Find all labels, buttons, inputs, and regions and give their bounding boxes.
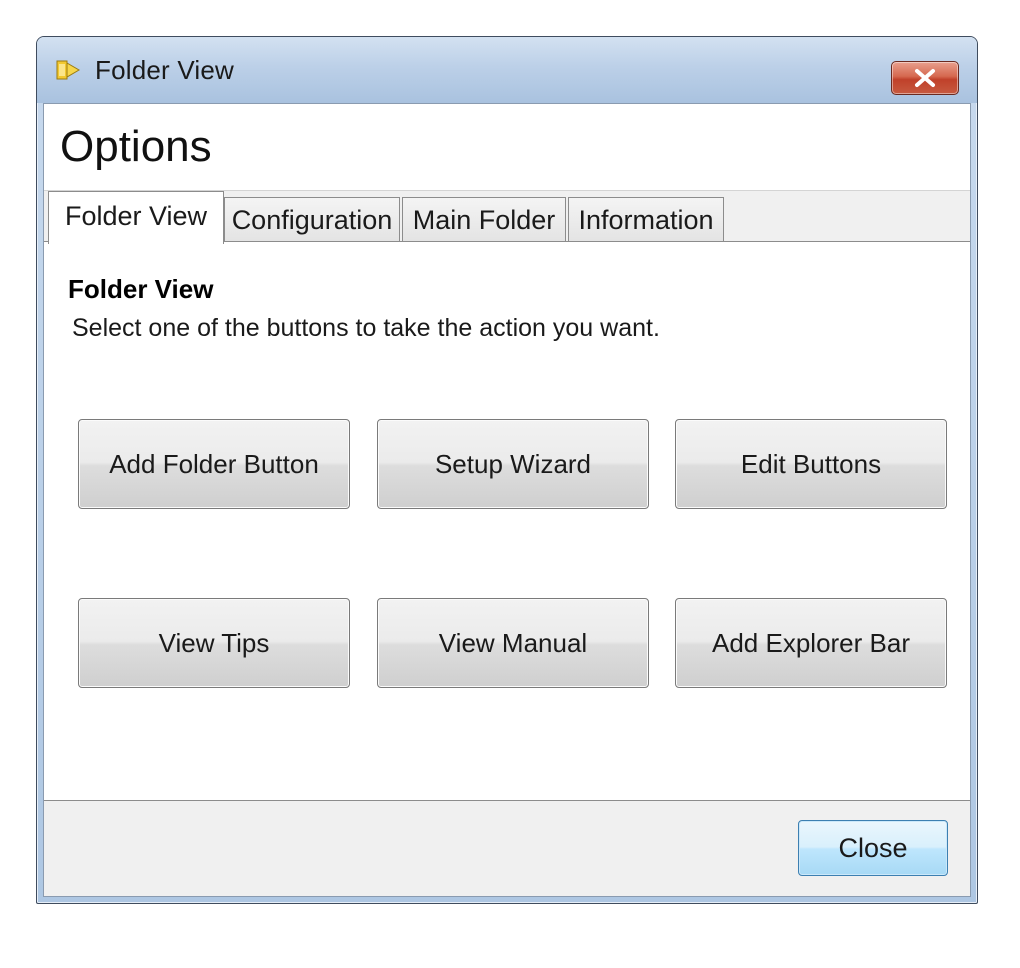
- title-bar[interactable]: Folder View: [37, 37, 977, 103]
- close-button[interactable]: Close: [798, 820, 948, 876]
- dialog-window: Folder View Options Folder View Configur…: [36, 36, 978, 904]
- dialog-client-area: Options Folder View Configuration Main F…: [43, 103, 971, 897]
- close-x-icon: [915, 69, 935, 87]
- panel-description: Select one of the buttons to take the ac…: [72, 314, 660, 342]
- tab-folder-view[interactable]: Folder View: [48, 191, 224, 244]
- tab-main-folder[interactable]: Main Folder: [402, 197, 566, 241]
- tab-panel-folder-view: Folder View Select one of the buttons to…: [44, 241, 970, 801]
- view-tips-button[interactable]: View Tips: [78, 598, 350, 688]
- tab-configuration[interactable]: Configuration: [224, 197, 400, 241]
- window-title: Folder View: [95, 55, 235, 85]
- window-close-button[interactable]: [891, 61, 959, 95]
- header-strip: Options: [44, 104, 970, 190]
- tab-information[interactable]: Information: [568, 197, 724, 241]
- page-title: Options: [60, 122, 212, 171]
- view-manual-button[interactable]: View Manual: [377, 598, 649, 688]
- setup-wizard-button[interactable]: Setup Wizard: [377, 419, 649, 509]
- folder-arrow-icon: [55, 58, 81, 82]
- panel-heading: Folder View: [68, 274, 214, 304]
- tab-strip: Folder View Configuration Main Folder In…: [44, 190, 970, 244]
- edit-buttons-button[interactable]: Edit Buttons: [675, 419, 947, 509]
- add-folder-button[interactable]: Add Folder Button: [78, 419, 350, 509]
- add-explorer-bar-button[interactable]: Add Explorer Bar: [675, 598, 947, 688]
